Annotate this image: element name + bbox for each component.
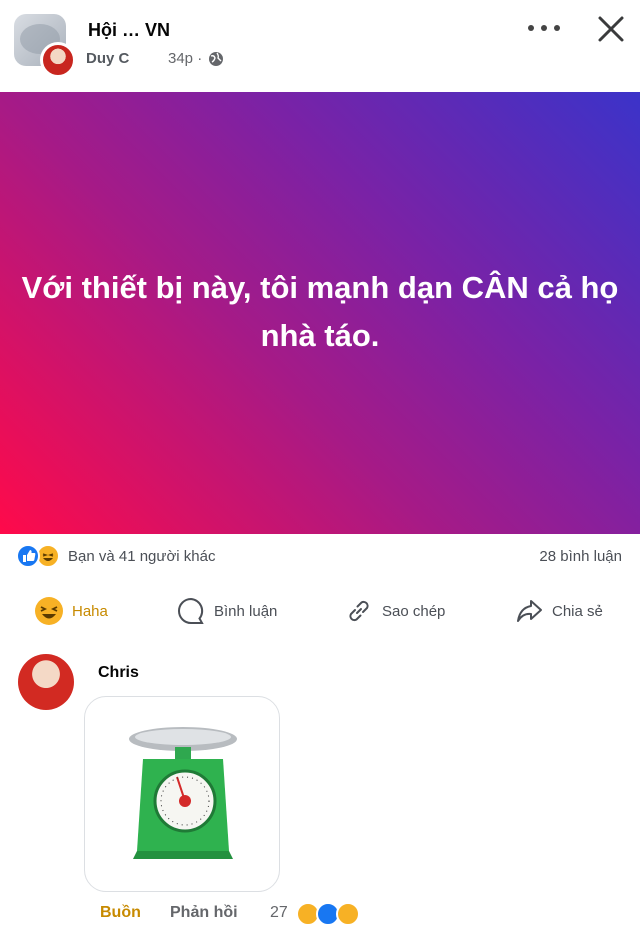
post-meta: Duy C 34p ·: [86, 50, 224, 67]
comment-sticker[interactable]: [84, 696, 280, 892]
group-name[interactable]: Hội … VN: [88, 20, 170, 41]
post-header: Hội … VN Duy C 34p ·: [0, 0, 640, 92]
commenter-avatar[interactable]: [18, 654, 74, 710]
comment-reaction-button[interactable]: Buồn: [100, 904, 141, 922]
reply-button[interactable]: Phản hồi: [170, 904, 238, 922]
comment-bubble-icon: [178, 597, 204, 624]
comment-actions: Buồn Phản hồi 27: [100, 902, 640, 928]
post-time[interactable]: 34p ·: [168, 50, 202, 67]
comment-label: Bình luận: [214, 602, 278, 620]
commenter-name[interactable]: Chris: [98, 664, 139, 682]
copy-button[interactable]: Sao chép: [344, 594, 445, 628]
copy-label: Sao chép: [382, 602, 446, 620]
haha-button[interactable]: Haha: [34, 594, 108, 628]
comments-count[interactable]: 28 bình luận: [539, 548, 622, 565]
share-label: Chia sẻ: [552, 602, 603, 620]
post-text: Với thiết bị này, tôi mạnh dạn CÂN cả họ…: [21, 270, 619, 353]
group-avatar-stack[interactable]: [14, 14, 76, 78]
share-button[interactable]: Chia sẻ: [514, 594, 603, 628]
more-options-icon[interactable]: [528, 22, 560, 34]
reaction-summary[interactable]: Bạn và 41 người khác 28 bình luận: [0, 538, 640, 576]
action-bar: Haha Bình luận Sao chép Chia sẻ: [0, 582, 640, 640]
reactions-text[interactable]: Bạn và 41 người khác: [68, 548, 215, 565]
author-name[interactable]: Duy C: [86, 50, 162, 67]
kitchen-scale-image: [129, 727, 237, 859]
haha-emoji-icon: [35, 597, 63, 625]
author-avatar[interactable]: [40, 42, 76, 78]
link-icon: [349, 600, 369, 622]
share-arrow-icon: [517, 600, 542, 622]
like-reaction-icon: [16, 544, 40, 568]
sad-reaction-icon: [336, 902, 360, 926]
comment-reaction-icons[interactable]: [296, 902, 366, 928]
globe-icon: [209, 51, 224, 66]
close-icon[interactable]: [596, 14, 626, 44]
comment-button[interactable]: Bình luận: [176, 594, 277, 628]
haha-label: Haha: [72, 602, 108, 620]
reaction-icons[interactable]: [16, 544, 64, 568]
comment-reaction-count[interactable]: 27: [270, 904, 288, 922]
